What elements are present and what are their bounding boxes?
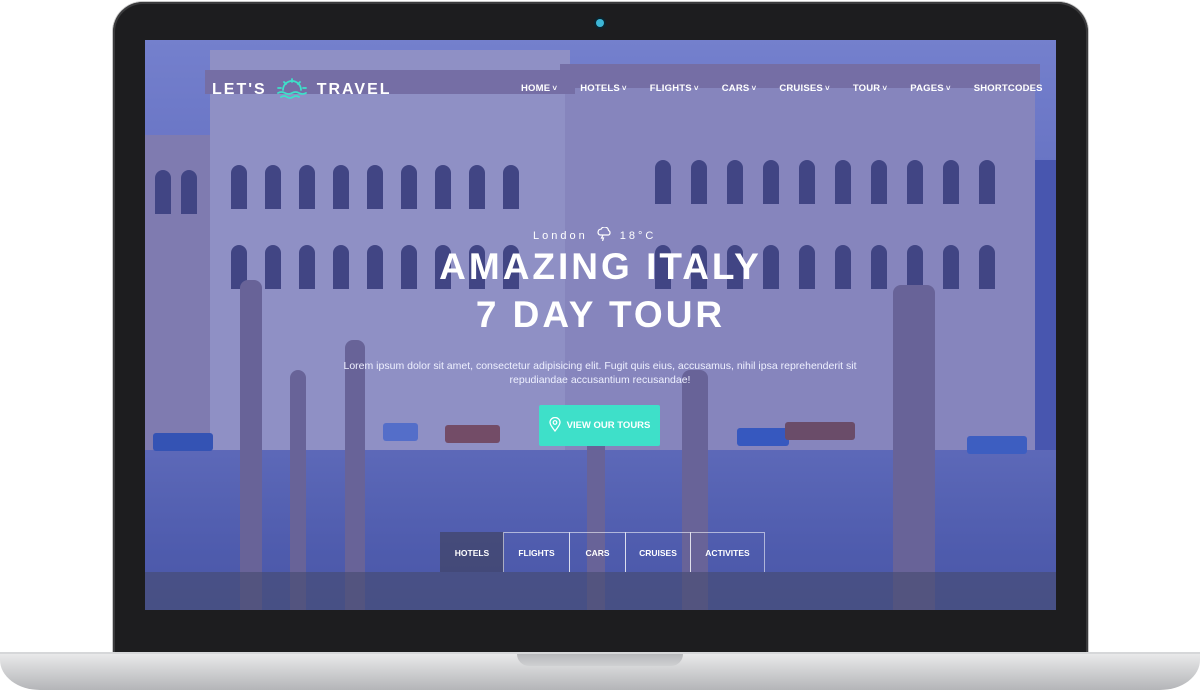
tab-hotels[interactable]: HOTELS bbox=[440, 532, 504, 572]
chevron-down-icon: ˅ bbox=[882, 84, 888, 93]
nav-item-cars[interactable]: CARS ˅ bbox=[722, 83, 757, 94]
nav-item-tour[interactable]: TOUR ˅ bbox=[853, 83, 887, 94]
view-tours-button[interactable]: VIEW OUR TOURS bbox=[539, 405, 660, 446]
site-logo[interactable]: LET'S TRAVEL bbox=[212, 78, 392, 102]
search-tabs: HOTELS FLIGHTS CARS CRUISES ACTIVITES bbox=[440, 532, 765, 572]
tab-cars[interactable]: CARS bbox=[569, 532, 626, 572]
hero-title-line1: AMAZING ITALY bbox=[439, 246, 762, 287]
tab-activites[interactable]: ACTIVITES bbox=[690, 532, 765, 572]
view-tours-label: VIEW OUR TOURS bbox=[566, 420, 651, 431]
nav-item-label: HOME bbox=[521, 83, 551, 94]
nav-item-label: CARS bbox=[721, 83, 750, 94]
map-pin-icon bbox=[548, 416, 561, 435]
chevron-down-icon: ˅ bbox=[945, 84, 951, 93]
weather-temp: 18°C bbox=[619, 229, 657, 242]
nav-item-shortcodes[interactable]: SHORTCODES bbox=[974, 83, 1043, 94]
chevron-down-icon: ˅ bbox=[693, 84, 699, 93]
cloud-rain-icon bbox=[596, 226, 612, 244]
nav-item-label: PAGES bbox=[910, 83, 944, 94]
hero-description: Lorem ipsum dolor sit amet, consectetur … bbox=[343, 360, 857, 386]
chevron-down-icon: ˅ bbox=[824, 84, 830, 93]
nav-item-home[interactable]: HOME ˅ bbox=[521, 83, 557, 94]
tab-flights[interactable]: FLIGHTS bbox=[503, 532, 570, 572]
weather-widget: London 18°C bbox=[533, 226, 657, 244]
hero-title-line2: 7 DAY TOUR bbox=[475, 294, 726, 335]
logo-text-left: LET'S bbox=[212, 81, 267, 98]
search-tab-bar bbox=[145, 572, 1056, 610]
laptop-notch bbox=[517, 654, 683, 666]
nav-item-cruises[interactable]: CRUISES ˅ bbox=[779, 83, 830, 94]
chevron-down-icon: ˅ bbox=[552, 84, 558, 93]
nav-item-label: FLIGHTS bbox=[649, 83, 692, 94]
browser-viewport: LET'S TRAVEL HOME ˅ HOTELS ˅ FLIGHTS ˅ CARS ˅ CR… bbox=[145, 40, 1056, 610]
chevron-down-icon: ˅ bbox=[621, 84, 627, 93]
nav-item-pages[interactable]: PAGES ˅ bbox=[910, 83, 950, 94]
nav-item-label: CRUISES bbox=[779, 83, 823, 94]
camera-icon bbox=[596, 19, 604, 27]
chevron-down-icon: ˅ bbox=[751, 84, 757, 93]
logo-text-right: TRAVEL bbox=[316, 81, 392, 98]
weather-city: London bbox=[533, 229, 588, 242]
sun-waves-icon bbox=[275, 78, 309, 102]
nav-item-label: SHORTCODES bbox=[973, 83, 1043, 94]
laptop-bezel-bottom bbox=[145, 610, 1056, 640]
tab-cruises[interactable]: CRUISES bbox=[625, 532, 691, 572]
nav-item-label: TOUR bbox=[852, 83, 881, 94]
nav-item-label: HOTELS bbox=[580, 83, 620, 94]
nav-item-hotels[interactable]: HOTELS ˅ bbox=[580, 83, 627, 94]
nav-item-flights[interactable]: FLIGHTS ˅ bbox=[650, 83, 699, 94]
main-nav: HOME ˅ HOTELS ˅ FLIGHTS ˅ CARS ˅ CRUISES ˅ TOUR ˅ PA… bbox=[521, 83, 1056, 94]
